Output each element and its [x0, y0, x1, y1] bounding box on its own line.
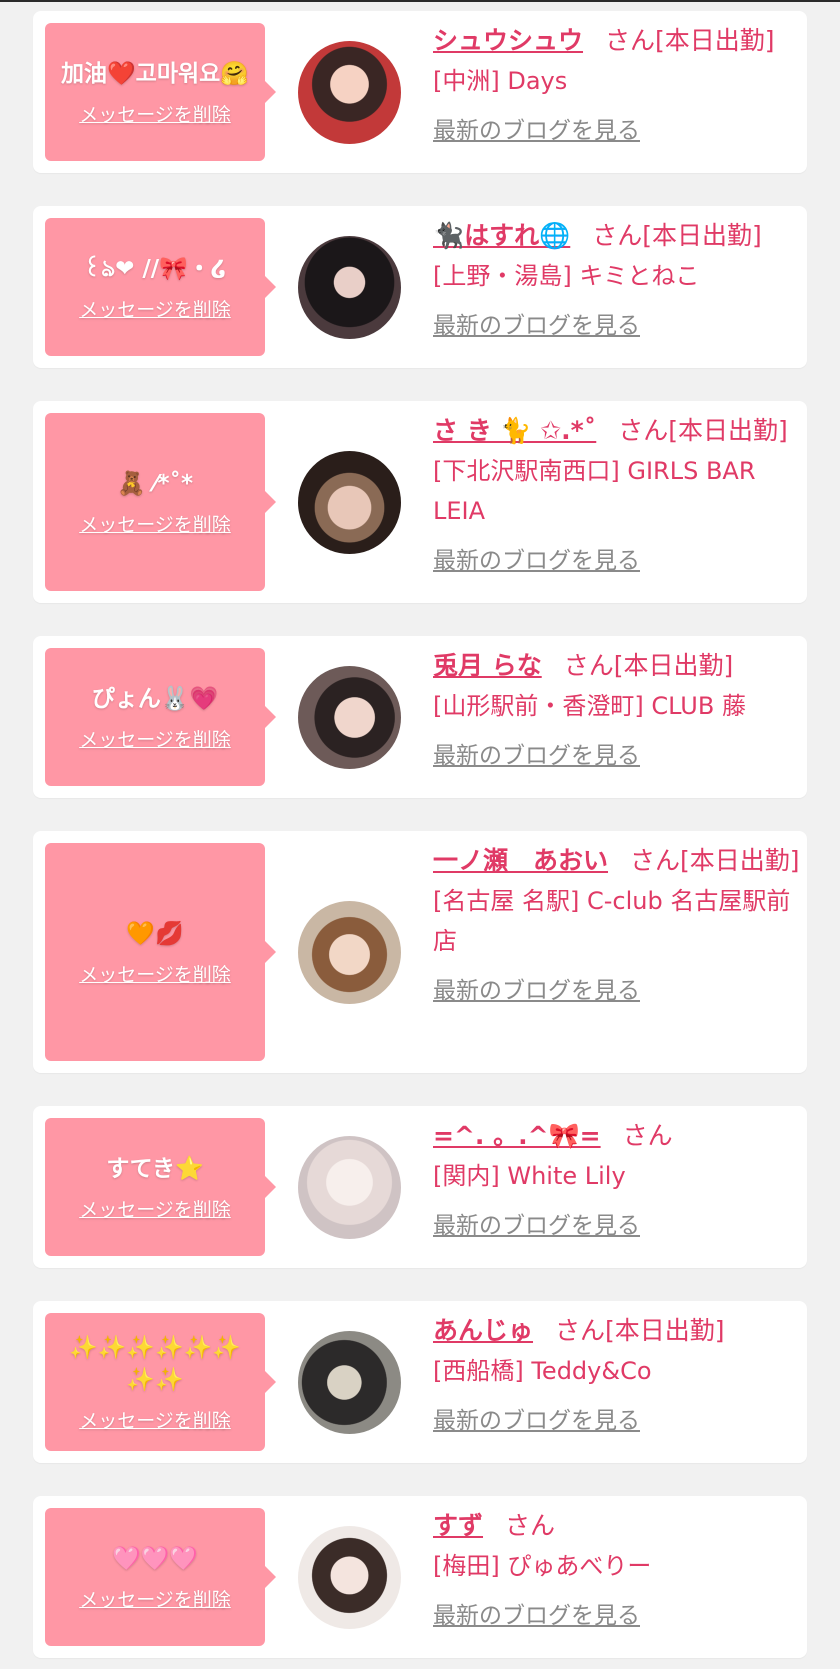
avatar[interactable]: [298, 236, 401, 339]
message-bubble: ぴょん🐰💗 メッセージを削除: [45, 648, 276, 786]
profile-info: 兎月 らな さん[本日出勤] [山形駅前・香澄町] CLUB 藤 最新のブログを見…: [433, 646, 808, 770]
shop-text: [下北沢駅南西口] GIRLS BAR LEIA: [433, 457, 756, 525]
message-text: 加油❤️고마워요🤗: [61, 60, 249, 87]
message-card: すてき⭐️ メッセージを削除 =^. 。.^🎀= さん [関内] White Li…: [33, 1106, 807, 1268]
delete-message-link[interactable]: メッセージを削除: [79, 100, 231, 127]
message-bubble: 🧸 ⁄*˚* メッセージを削除: [45, 413, 276, 591]
shop-text: [名古屋 名駅] C-club 名古屋駅前店: [433, 887, 791, 955]
message-card: ꒰ঌ❤︎ //🎀・໒ メッセージを削除 🐈‍⬛はすれ🌐 さん[本日出勤] [上野・…: [33, 206, 807, 368]
avatar[interactable]: [298, 1331, 401, 1434]
message-text: すてき⭐️: [106, 1155, 204, 1182]
profile-info: 一ノ瀬 あおい さん[本日出勤] [名古屋 名駅] C-club 名古屋駅前店 最…: [433, 841, 808, 1005]
message-card: ぴょん🐰💗 メッセージを削除 兎月 らな さん[本日出勤] [山形駅前・香澄町] …: [33, 636, 807, 798]
latest-blog-link[interactable]: 最新のブログを見る: [433, 971, 640, 1005]
delete-message-link[interactable]: メッセージを削除: [79, 725, 231, 752]
status-text: さん: [622, 1121, 673, 1150]
avatar[interactable]: [298, 1136, 401, 1239]
delete-message-link[interactable]: メッセージを削除: [79, 1585, 231, 1612]
status-text: さん: [505, 1511, 556, 1540]
profile-name-link[interactable]: シュウシュウ: [433, 26, 583, 55]
shop-text: [上野・湯島] キミとねこ: [433, 262, 700, 290]
message-card: 🩷🩷🩷 メッセージを削除 すず さん [梅田] ぴゅあべりー 最新のブログを見る: [33, 1496, 807, 1658]
latest-blog-link[interactable]: 最新のブログを見る: [433, 736, 640, 770]
latest-blog-link[interactable]: 最新のブログを見る: [433, 1596, 640, 1630]
message-bubble: 🩷🩷🩷 メッセージを削除: [45, 1508, 276, 1646]
latest-blog-link[interactable]: 最新のブログを見る: [433, 306, 640, 340]
message-card: 加油❤️고마워요🤗 メッセージを削除 シュウシュウ さん[本日出勤] [中洲] D…: [33, 11, 807, 173]
message-bubble: すてき⭐️ メッセージを削除: [45, 1118, 276, 1256]
message-text: 🧡💋: [126, 920, 184, 947]
profile-info: すず さん [梅田] ぴゅあべりー 最新のブログを見る: [433, 1506, 808, 1630]
avatar[interactable]: [298, 666, 401, 769]
latest-blog-link[interactable]: 最新のブログを見る: [433, 541, 640, 575]
message-bubble: ꒰ঌ❤︎ //🎀・໒ メッセージを削除: [45, 218, 276, 356]
profile-name-link[interactable]: 兎月 らな: [433, 651, 542, 680]
delete-message-link[interactable]: メッセージを削除: [79, 510, 231, 537]
profile-info: シュウシュウ さん[本日出勤] [中洲] Days 最新のブログを見る: [433, 21, 808, 145]
profile-info: さ き 🐈 ✩.*˚ さん[本日出勤] [下北沢駅南西口] GIRLS BAR L…: [433, 411, 808, 575]
avatar[interactable]: [298, 451, 401, 554]
profile-name-link[interactable]: 🐈‍⬛はすれ🌐: [433, 221, 570, 250]
latest-blog-link[interactable]: 最新のブログを見る: [433, 111, 640, 145]
avatar[interactable]: [298, 41, 401, 144]
shop-text: [山形駅前・香澄町] CLUB 藤: [433, 692, 746, 720]
message-text: ꒰ঌ❤︎ //🎀・໒: [83, 255, 227, 282]
shop-text: [関内] White Lily: [433, 1162, 626, 1190]
profile-info: あんじゅ さん[本日出勤] [西船橋] Teddy&Co 最新のブログを見る: [433, 1311, 808, 1435]
status-text: さん[本日出勤]: [555, 1316, 725, 1345]
message-bubble: ✨✨✨✨✨✨✨✨ メッセージを削除: [45, 1313, 276, 1451]
message-text: 🧸 ⁄*˚*: [116, 470, 194, 497]
profile-info: =^. 。.^🎀= さん [関内] White Lily 最新のブログを見る: [433, 1116, 808, 1240]
profile-name-link[interactable]: あんじゅ: [433, 1316, 533, 1345]
latest-blog-link[interactable]: 最新のブログを見る: [433, 1206, 640, 1240]
delete-message-link[interactable]: メッセージを削除: [79, 295, 231, 322]
status-text: さん[本日出勤]: [605, 26, 775, 55]
profile-name-link[interactable]: さ き 🐈 ✩.*˚: [433, 416, 596, 445]
message-card: 🧸 ⁄*˚* メッセージを削除 さ き 🐈 ✩.*˚ さん[本日出勤] [下北沢駅…: [33, 401, 807, 603]
delete-message-link[interactable]: メッセージを削除: [79, 960, 231, 987]
message-bubble: 加油❤️고마워요🤗 メッセージを削除: [45, 23, 276, 161]
status-text: さん[本日出勤]: [592, 221, 762, 250]
profile-name-link[interactable]: =^. 。.^🎀=: [433, 1121, 601, 1150]
avatar[interactable]: [298, 1526, 401, 1629]
profile-info: 🐈‍⬛はすれ🌐 さん[本日出勤] [上野・湯島] キミとねこ 最新のブログを見る: [433, 216, 808, 340]
message-card: 🧡💋 メッセージを削除 一ノ瀬 あおい さん[本日出勤] [名古屋 名駅] C-c…: [33, 831, 807, 1073]
message-text: 🩷🩷🩷: [112, 1545, 198, 1572]
delete-message-link[interactable]: メッセージを削除: [79, 1406, 231, 1433]
shop-text: [中洲] Days: [433, 67, 568, 95]
status-text: さん[本日出勤]: [563, 651, 734, 680]
profile-name-link[interactable]: 一ノ瀬 あおい: [433, 846, 608, 875]
message-text: ✨✨✨✨✨✨✨✨: [69, 1334, 241, 1393]
latest-blog-link[interactable]: 最新のブログを見る: [433, 1401, 640, 1435]
message-card: ✨✨✨✨✨✨✨✨ メッセージを削除 あんじゅ さん[本日出勤] [西船橋] Ted…: [33, 1301, 807, 1463]
status-text: さん[本日出勤]: [630, 846, 800, 875]
shop-text: [梅田] ぴゅあべりー: [433, 1552, 652, 1580]
top-border: [0, 0, 840, 2]
status-text: さん[本日出勤]: [618, 416, 788, 445]
delete-message-link[interactable]: メッセージを削除: [79, 1195, 231, 1222]
message-bubble: 🧡💋 メッセージを削除: [45, 843, 276, 1061]
profile-name-link[interactable]: すず: [433, 1511, 483, 1540]
message-text: ぴょん🐰💗: [91, 685, 219, 712]
avatar[interactable]: [298, 901, 401, 1004]
shop-text: [西船橋] Teddy&Co: [433, 1357, 652, 1385]
